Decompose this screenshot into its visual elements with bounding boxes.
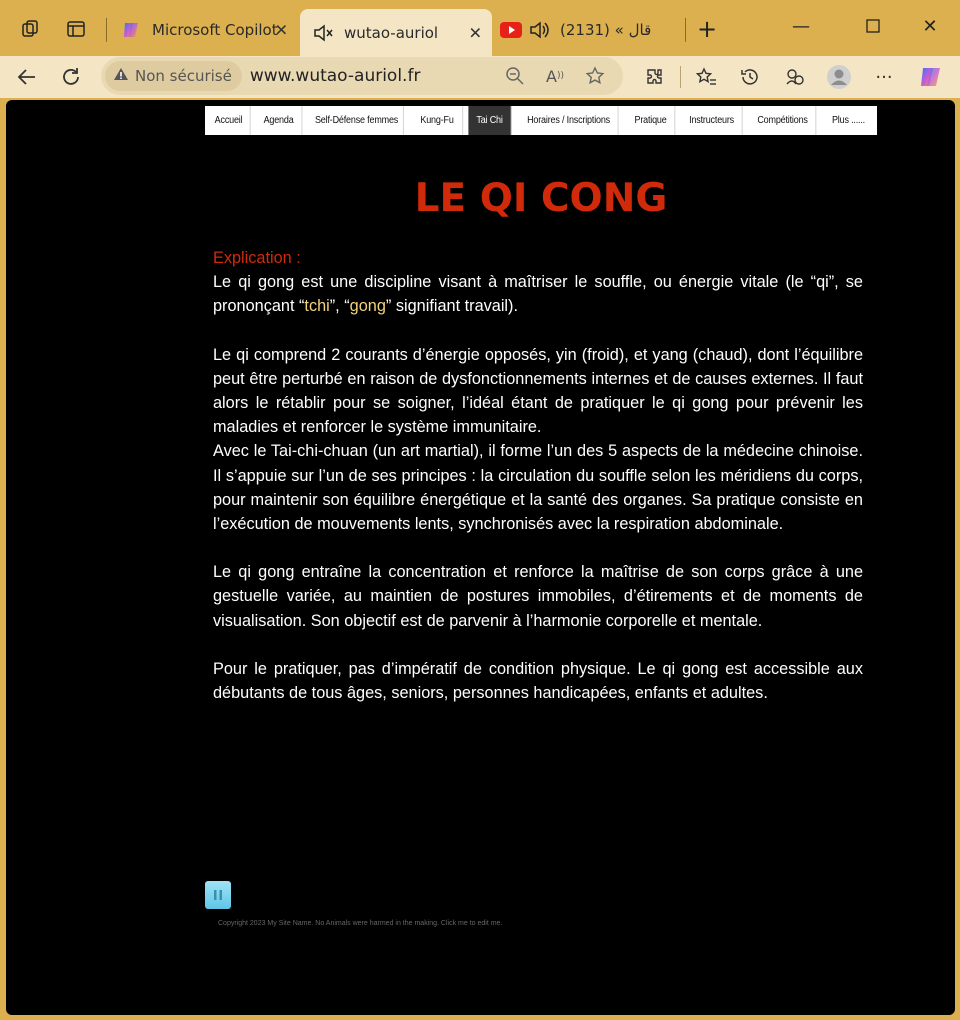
close-window-icon[interactable]: ✕: [907, 10, 953, 42]
paragraph-1: Le qi gong est une discipline visant à m…: [213, 270, 863, 318]
new-tab-icon[interactable]: +: [692, 14, 722, 44]
nav-item-competitions[interactable]: Compétitions: [750, 106, 817, 135]
youtube-icon: [500, 19, 522, 41]
tab-actions-icon[interactable]: [61, 14, 91, 44]
page-viewport: Accueil Agenda Self-Défense femmes Kung-…: [6, 100, 955, 1015]
toolbar: Non sécurisé www.wutao-auriol.fr A)) ···: [0, 56, 960, 98]
security-label: Non sécurisé: [135, 67, 232, 85]
more-menu-icon[interactable]: ···: [868, 61, 900, 93]
zoom-icon[interactable]: [495, 60, 535, 92]
copilot-icon: [120, 19, 142, 41]
paragraph-5: Pour le pratiquer, pas d’impératif de co…: [213, 659, 863, 703]
refresh-icon[interactable]: [55, 61, 87, 93]
toolbar-separator: [680, 66, 681, 88]
security-indicator[interactable]: Non sécurisé: [105, 61, 242, 91]
maximize-icon[interactable]: [850, 10, 896, 42]
address-bar[interactable]: Non sécurisé www.wutao-auriol.fr A)): [101, 57, 623, 95]
tab-youtube[interactable]: قال » (2131): [494, 9, 684, 50]
tab-separator: [685, 18, 686, 42]
back-icon[interactable]: [10, 61, 42, 93]
text-segment: ” signifiant travail).: [385, 297, 518, 316]
warning-icon: [113, 67, 129, 85]
speaker-icon[interactable]: [528, 19, 550, 41]
site-nav: Accueil Agenda Self-Défense femmes Kung-…: [205, 106, 877, 135]
tab-title: Microsoft Copilot: [152, 20, 278, 39]
tab-separator: [106, 18, 107, 42]
text-segment: ”, “: [329, 297, 350, 316]
highlight-tchi: tchi: [304, 297, 330, 316]
tab-bar: Microsoft Copilot ✕ wutao-auriol ✕ قال »…: [0, 0, 960, 56]
workspaces-icon[interactable]: [15, 14, 45, 44]
nav-item-instructeurs[interactable]: Instructeurs: [681, 106, 743, 135]
paragraph-2: Le qi comprend 2 courants d’énergie oppo…: [213, 345, 863, 437]
muted-speaker-icon[interactable]: [312, 22, 334, 44]
copilot-sidebar-icon[interactable]: [915, 61, 947, 93]
paragraph-3: Avec le Tai-chi-chuan (un art martial), …: [213, 442, 863, 534]
paragraph-4: Le qi gong entraîne la concentration et …: [213, 563, 863, 630]
nav-item-agenda[interactable]: Agenda: [256, 106, 303, 135]
url-text[interactable]: www.wutao-auriol.fr: [250, 66, 421, 86]
nav-item-pratique[interactable]: Pratique: [627, 106, 676, 135]
explication-label: Explication :: [213, 249, 301, 267]
favorites-icon[interactable]: [690, 61, 722, 93]
close-tab-icon[interactable]: ✕: [275, 20, 288, 39]
favorite-star-icon[interactable]: [575, 60, 615, 92]
minimize-icon[interactable]: —: [778, 10, 824, 42]
collections-icon[interactable]: [779, 61, 811, 93]
highlight-gong: gong: [349, 297, 386, 316]
nav-item-horaires[interactable]: Horaires / Inscriptions: [520, 106, 619, 135]
read-aloud-icon[interactable]: A)): [535, 60, 575, 92]
nav-item-tai-chi[interactable]: Tai Chi: [468, 106, 512, 135]
nav-item-plus[interactable]: Plus ......: [823, 106, 874, 135]
page-title: LE QI CONG: [414, 176, 668, 221]
tab-copilot[interactable]: Microsoft Copilot ✕: [108, 9, 298, 50]
tab-title: قال » (2131): [560, 20, 652, 39]
pause-icon[interactable]: [205, 881, 231, 909]
tab-wutao[interactable]: wutao-auriol ✕: [300, 9, 492, 56]
article-body: Explication : Le qi gong est une discipl…: [213, 246, 863, 705]
history-icon[interactable]: [734, 61, 766, 93]
tab-title: wutao-auriol: [344, 23, 439, 42]
profile-avatar-icon[interactable]: [823, 61, 855, 93]
nav-item-self-defense[interactable]: Self-Défense femmes: [310, 106, 404, 135]
close-tab-icon[interactable]: ✕: [469, 23, 482, 42]
nav-item-accueil[interactable]: Accueil: [207, 106, 251, 135]
copyright-text[interactable]: Copyright 2023 My Site Name. No Animals …: [218, 920, 502, 927]
nav-item-kung-fu[interactable]: Kung-Fu: [412, 106, 464, 135]
extensions-icon[interactable]: [639, 61, 671, 93]
